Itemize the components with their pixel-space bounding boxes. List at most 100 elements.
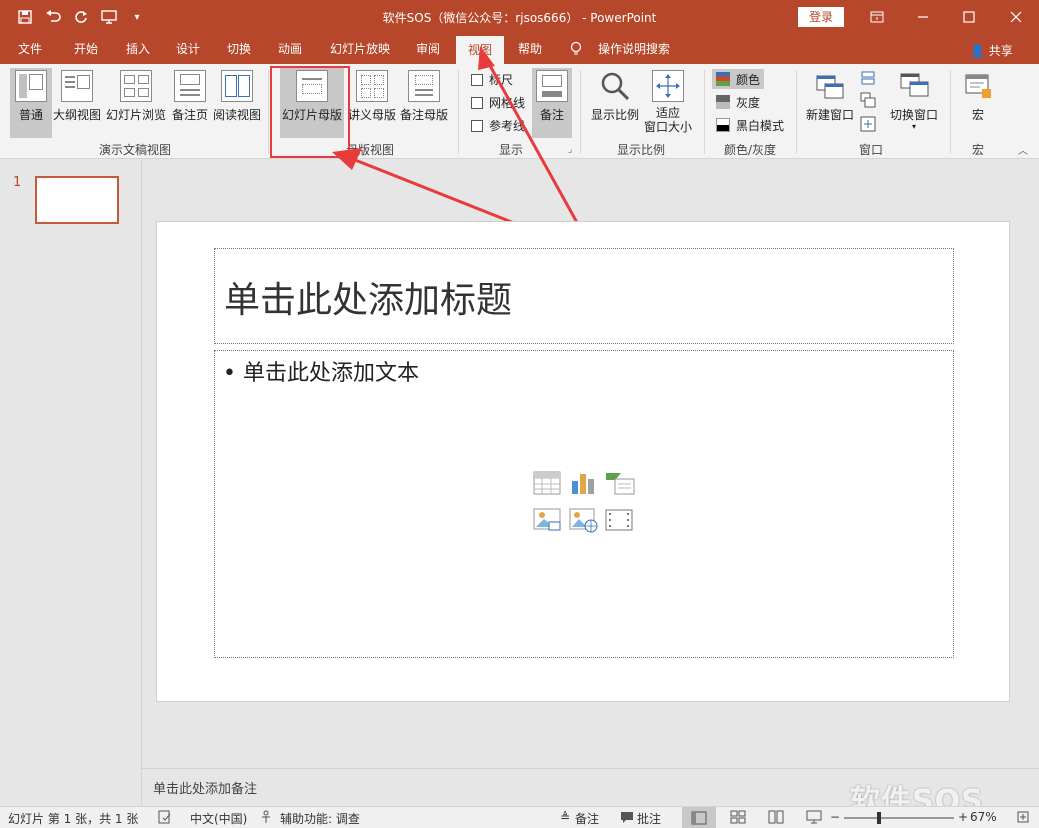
login-button[interactable]: 登录 — [798, 7, 844, 27]
ribbon-tabs: 文件 开始 插入 设计 切换 动画 幻灯片放映 审阅 视图 帮助 操作说明搜索 … — [0, 34, 1039, 64]
gridlines-checkbox[interactable]: 网格线 — [471, 94, 525, 111]
guides-checkbox[interactable]: 参考线 — [471, 117, 525, 134]
tab-insert[interactable]: 插入 — [116, 34, 160, 64]
zoom-out-icon[interactable]: − — [830, 810, 840, 824]
tell-me-search[interactable]: 操作说明搜索 — [592, 34, 676, 64]
view-notes-page-button[interactable]: 备注页 — [170, 68, 210, 138]
title-placeholder-text: 单击此处添加标题 — [224, 280, 513, 321]
slideshow-status-icon[interactable] — [806, 810, 822, 827]
tab-review[interactable]: 审阅 — [406, 34, 450, 64]
zoom-slider-thumb[interactable] — [877, 812, 881, 824]
notes-master-label: 备注母版 — [399, 108, 448, 122]
sorter-view-status-icon[interactable] — [730, 810, 746, 827]
insert-smartart-icon[interactable] — [605, 471, 635, 495]
fit-window-icon — [652, 70, 684, 102]
accessibility-status[interactable]: 辅助功能: 调查 — [280, 810, 360, 827]
tab-help[interactable]: 帮助 — [508, 34, 552, 64]
tab-home[interactable]: 开始 — [64, 34, 108, 64]
separator — [458, 70, 459, 154]
notes-master-button[interactable]: 备注母版 — [398, 68, 450, 138]
move-split-icon[interactable] — [860, 116, 876, 132]
ruler-label: 标尺 — [489, 73, 514, 87]
ruler-checkbox[interactable]: 标尺 — [471, 71, 513, 88]
outline-view-icon — [61, 70, 93, 102]
slide-canvas[interactable]: 单击此处添加标题 • 单击此处添加文本 — [156, 221, 1010, 702]
reading-view-icon — [221, 70, 253, 102]
view-sorter-label: 幻灯片浏览 — [105, 108, 166, 122]
tab-design[interactable]: 设计 — [166, 34, 210, 64]
tab-slideshow[interactable]: 幻灯片放映 — [322, 34, 398, 64]
color-swatch-icon — [716, 72, 730, 86]
language-status[interactable]: 中文(中国) — [190, 810, 247, 827]
magnifier-icon — [599, 70, 631, 102]
tab-transitions[interactable]: 切换 — [217, 34, 261, 64]
view-reading-label: 阅读视图 — [212, 108, 261, 122]
title-bar: ▾ 软件SOS（微信公众号：rjsos666） - PowerPoint 登录 — [0, 0, 1039, 34]
reading-view-status-icon[interactable] — [768, 810, 784, 827]
share-button[interactable]: 👤 共享 — [970, 42, 1013, 59]
accessibility-icon[interactable] — [260, 810, 274, 827]
maximize-icon[interactable] — [946, 0, 992, 34]
handout-master-button[interactable]: 讲义母版 — [346, 68, 398, 138]
arrange-all-icon[interactable] — [860, 70, 876, 86]
zoom-percent[interactable]: 67% — [970, 810, 997, 824]
view-notes-page-label: 备注页 — [171, 108, 208, 122]
insert-table-icon[interactable] — [533, 471, 561, 495]
tab-view[interactable]: 视图 — [456, 36, 504, 64]
normal-view-status-icon[interactable] — [682, 807, 716, 828]
notes-icon — [536, 70, 568, 102]
notes-toggle-label: 备注 — [539, 108, 564, 122]
notes-status-button[interactable]: 备注 — [575, 810, 599, 827]
macro-icon — [962, 70, 994, 102]
close-icon[interactable] — [993, 0, 1039, 34]
lightbulb-icon — [566, 34, 586, 64]
view-outline-button[interactable]: 大纲视图 — [52, 68, 102, 138]
tab-file[interactable]: 文件 — [8, 34, 52, 64]
minimize-icon[interactable] — [900, 0, 946, 34]
view-reading-button[interactable]: 阅读视图 — [212, 68, 262, 138]
macro-button[interactable]: 宏 — [958, 68, 998, 138]
cascade-icon[interactable] — [860, 92, 876, 108]
separator — [796, 70, 797, 154]
separator — [580, 70, 581, 154]
black-white-button[interactable]: 黑白模式 — [712, 115, 788, 135]
group-label-show: 显示 — [498, 143, 523, 157]
switch-window-button[interactable]: 切换窗口 ▾ — [886, 68, 942, 138]
color-mode-button[interactable]: 颜色 — [712, 69, 765, 89]
new-window-button[interactable]: 新建窗口 — [804, 68, 856, 138]
slide-thumbnail[interactable] — [35, 176, 119, 224]
gridlines-checkbox-box[interactable] — [471, 96, 483, 109]
view-normal-button[interactable]: 普通 — [10, 68, 52, 138]
notes-placeholder-text: 单击此处添加备注 — [153, 782, 258, 797]
ribbon-display-icon[interactable] — [854, 0, 900, 34]
tab-animations[interactable]: 动画 — [268, 34, 312, 64]
slide-sorter-icon — [120, 70, 152, 102]
highlight-box — [270, 66, 350, 158]
zoom-button[interactable]: 显示比例 — [588, 68, 642, 138]
insert-video-icon[interactable] — [605, 508, 633, 532]
insert-online-picture-icon[interactable] — [569, 508, 598, 533]
spellcheck-icon[interactable] — [158, 810, 172, 827]
fit-slide-icon[interactable] — [1016, 810, 1030, 827]
zoom-slider[interactable] — [844, 812, 954, 824]
chevron-down-icon: ▾ — [911, 122, 916, 131]
grayscale-swatch-icon — [716, 95, 730, 109]
view-sorter-button[interactable]: 幻灯片浏览 — [104, 68, 168, 138]
comments-button[interactable]: 批注 — [637, 810, 661, 827]
thumbnail-number: 1 — [13, 175, 22, 190]
notes-toggle-button[interactable]: 备注 — [532, 68, 572, 138]
switch-window-label: 切换窗口 — [889, 108, 938, 122]
ruler-checkbox-box[interactable] — [471, 73, 483, 86]
fit-window-button[interactable]: 适应 窗口大小 — [642, 68, 694, 138]
dialog-launcher-icon[interactable]: ⌟ — [568, 145, 572, 155]
insert-picture-icon[interactable] — [533, 508, 561, 532]
insert-chart-icon[interactable] — [569, 471, 597, 495]
content-placeholder-text: • 单击此处添加文本 — [223, 361, 419, 386]
collapse-ribbon-icon[interactable]: ︿ — [1018, 142, 1028, 157]
zoom-in-icon[interactable]: + — [958, 810, 968, 824]
content-placeholder[interactable]: • 单击此处添加文本 — [214, 350, 954, 658]
title-placeholder[interactable]: 单击此处添加标题 — [214, 248, 954, 344]
view-outline-label: 大纲视图 — [52, 108, 101, 122]
grayscale-button[interactable]: 灰度 — [712, 92, 764, 112]
guides-checkbox-box[interactable] — [471, 119, 483, 132]
